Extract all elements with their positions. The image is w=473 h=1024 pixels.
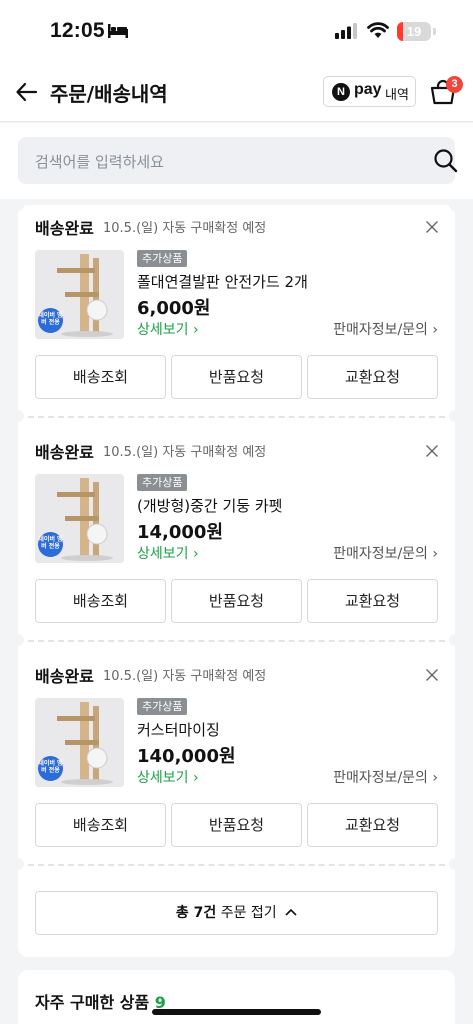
member-badge: 네이버 멤버 전용 — [38, 532, 63, 557]
product-thumbnail[interactable]: 네이버 멤버 전용 — [35, 698, 124, 787]
order-status-detail: 10.5.(일) 자동 구매확정 예정 — [103, 221, 267, 236]
close-icon[interactable] — [425, 668, 439, 682]
order-total-count: 총 7건 — [175, 905, 217, 921]
product-thumbnail[interactable]: 네이버 멤버 전용 — [35, 474, 124, 563]
card-notch — [449, 410, 461, 422]
exchange-request-button[interactable]: 교환요청 — [307, 579, 438, 623]
order-status: 배송완료 — [35, 443, 94, 462]
order-divider — [28, 864, 445, 866]
card-notch — [12, 634, 24, 646]
track-delivery-button[interactable]: 배송조회 — [35, 579, 166, 623]
order-status-detail: 10.5.(일) 자동 구매확정 예정 — [103, 445, 267, 460]
seller-info-link[interactable]: 판매자정보/문의 › — [333, 543, 438, 563]
search-area: 검색어를 입력하세요 — [0, 123, 473, 199]
collapse-orders-button[interactable]: 총 7건 주문 접기 — [35, 891, 438, 935]
battery-percent: 19 — [406, 24, 422, 39]
card-notch — [12, 858, 24, 870]
close-icon[interactable] — [425, 444, 439, 458]
product-name[interactable]: 커스터마이징 — [137, 719, 220, 740]
header: 주문/배송내역 N pay 내역 3 — [0, 62, 473, 122]
chevron-up-icon — [285, 908, 297, 916]
close-icon[interactable] — [425, 220, 439, 234]
track-delivery-button[interactable]: 배송조회 — [35, 803, 166, 847]
card-notch — [12, 410, 24, 422]
frequent-products-section: 자주 구매한 상품 9 — [18, 970, 455, 1024]
battery-tip — [433, 28, 436, 35]
view-details-link[interactable]: 상세보기 › — [137, 319, 199, 339]
seller-info-link[interactable]: 판매자정보/문의 › — [333, 767, 438, 787]
order-item: 배송완료 10.5.(일) 자동 구매확정 예정 네이버 멤버 전용 추가상품 … — [18, 653, 455, 873]
exchange-request-button[interactable]: 교환요청 — [307, 355, 438, 399]
additional-product-tag: 추가상품 — [137, 250, 188, 267]
order-status: 배송완료 — [35, 219, 94, 238]
member-badge: 네이버 멤버 전용 — [38, 756, 63, 781]
home-indicator — [152, 1009, 321, 1015]
product-name[interactable]: (개방형)중간 기둥 카펫 — [137, 495, 282, 516]
status-bar: 12:05 19 — [0, 0, 473, 62]
order-divider — [28, 416, 445, 418]
member-badge: 네이버 멤버 전용 — [38, 308, 63, 333]
npay-suffix: 내역 — [385, 88, 409, 103]
collapse-label: 주문 접기 — [220, 905, 277, 921]
product-thumbnail[interactable]: 네이버 멤버 전용 — [35, 250, 124, 339]
npay-label: pay — [354, 81, 382, 98]
page-title: 주문/배송내역 — [50, 82, 168, 106]
card-notch — [449, 634, 461, 646]
additional-product-tag: 추가상품 — [137, 474, 188, 491]
cart-count-badge: 3 — [446, 76, 463, 93]
bed-icon — [108, 24, 128, 38]
order-status-detail: 10.5.(일) 자동 구매확정 예정 — [103, 669, 267, 684]
battery-indicator: 19 — [397, 22, 431, 41]
signal-icon — [335, 23, 357, 39]
search-icon[interactable] — [433, 148, 458, 173]
exchange-request-button[interactable]: 교환요청 — [307, 803, 438, 847]
order-list: 배송완료 10.5.(일) 자동 구매확정 예정 네이버 멤버 전용 추가상품 … — [12, 199, 461, 957]
return-request-button[interactable]: 반품요청 — [171, 803, 302, 847]
seller-info-link[interactable]: 판매자정보/문의 › — [333, 319, 438, 339]
search-placeholder: 검색어를 입력하세요 — [35, 153, 164, 171]
return-request-button[interactable]: 반품요청 — [171, 355, 302, 399]
view-details-link[interactable]: 상세보기 › — [137, 543, 199, 563]
wifi-icon — [367, 22, 389, 38]
product-price: 6,000원 — [137, 298, 211, 319]
order-item: 배송완료 10.5.(일) 자동 구매확정 예정 네이버 멤버 전용 추가상품 … — [18, 429, 455, 649]
product-name[interactable]: 폴대연결발판 안전가드 2개 — [137, 271, 308, 292]
back-arrow-icon[interactable] — [14, 79, 40, 105]
card-notch — [449, 858, 461, 870]
npay-logo-icon: N — [332, 83, 350, 101]
frequent-products-title: 자주 구매한 상품 9 — [35, 989, 166, 1013]
search-input[interactable]: 검색어를 입력하세요 — [18, 137, 458, 184]
view-details-link[interactable]: 상세보기 › — [137, 767, 199, 787]
additional-product-tag: 추가상품 — [137, 698, 188, 715]
track-delivery-button[interactable]: 배송조회 — [35, 355, 166, 399]
npay-history-button[interactable]: N pay 내역 — [323, 76, 416, 107]
return-request-button[interactable]: 반품요청 — [171, 579, 302, 623]
product-price: 140,000원 — [137, 746, 236, 767]
product-price: 14,000원 — [137, 522, 224, 543]
card-notch — [12, 199, 24, 211]
card-notch — [449, 199, 461, 211]
order-status: 배송완료 — [35, 667, 94, 686]
order-divider — [28, 640, 445, 642]
status-time: 12:05 — [50, 19, 105, 42]
frequent-title-text: 자주 구매한 상품 — [35, 993, 150, 1012]
order-item: 배송완료 10.5.(일) 자동 구매확정 예정 네이버 멤버 전용 추가상품 … — [18, 205, 455, 425]
